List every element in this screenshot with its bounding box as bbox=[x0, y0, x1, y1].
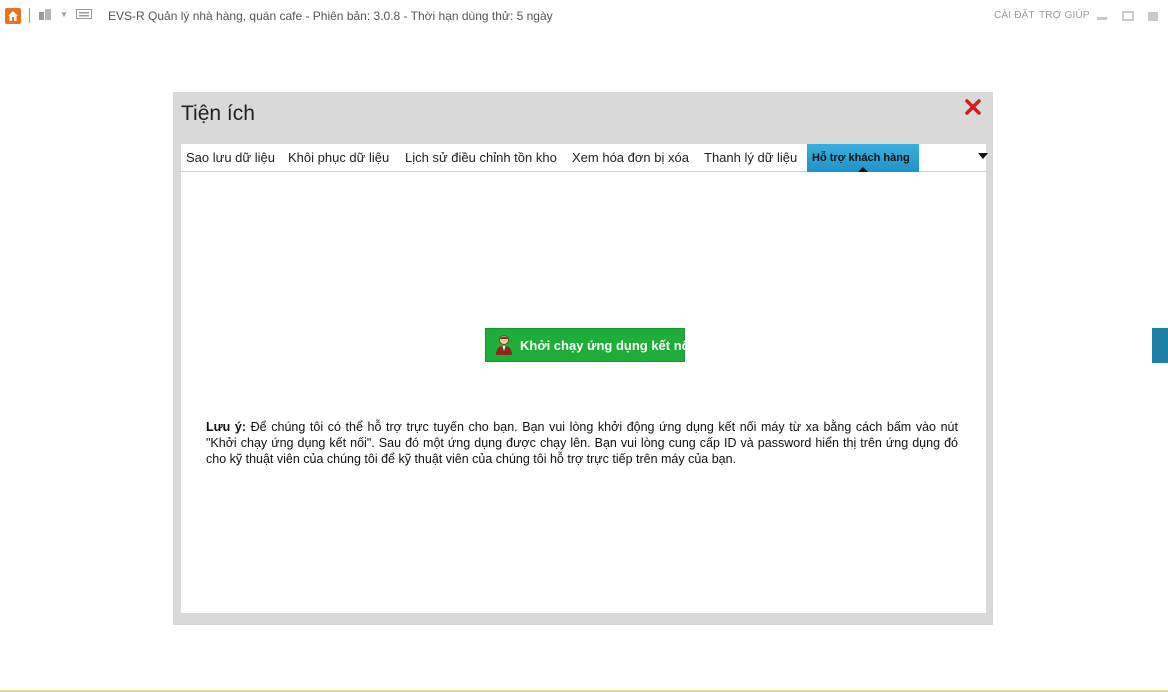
side-panel-handle[interactable] bbox=[1152, 328, 1168, 363]
utilities-dialog: Tiện ích Sao lưu dữ liệu Khôi phục dữ li… bbox=[173, 92, 993, 625]
tab-bar: Sao lưu dữ liệu Khôi phục dữ liệu Lịch s… bbox=[181, 144, 988, 172]
window-title: EVS-R Quản lý nhà hàng, quán cafe - Phiê… bbox=[108, 9, 553, 23]
home-icon[interactable] bbox=[5, 8, 21, 24]
building-icon[interactable] bbox=[38, 8, 52, 22]
close-icon[interactable] bbox=[1146, 9, 1160, 23]
tab-overflow-dropdown-icon[interactable] bbox=[978, 153, 988, 159]
app-window: ▼ EVS-R Quản lý nhà hàng, quán cafe - Ph… bbox=[0, 0, 1168, 692]
help-link[interactable]: TRỢ GIÚP bbox=[1039, 10, 1090, 21]
title-bar: ▼ EVS-R Quản lý nhà hàng, quán cafe - Ph… bbox=[0, 0, 1168, 32]
restore-icon[interactable] bbox=[1121, 9, 1135, 23]
launch-remote-app-button[interactable]: Khởi chạy ứng dụng kết nối bbox=[485, 328, 693, 362]
note-label: Lưu ý: bbox=[206, 420, 247, 434]
tab-restore[interactable]: Khôi phục dữ liệu bbox=[288, 144, 389, 172]
support-agent-icon bbox=[494, 334, 514, 356]
close-icon[interactable] bbox=[964, 98, 982, 116]
tab-deleted-invoices[interactable]: Xem hóa đơn bị xóa bbox=[572, 144, 689, 172]
tab-customer-support[interactable]: Hỗ trợ khách hàng bbox=[807, 144, 919, 172]
tab-inventory-history[interactable]: Lịch sử điều chỉnh tồn kho bbox=[405, 144, 557, 172]
toolbar-divider bbox=[29, 8, 30, 23]
minimize-icon[interactable] bbox=[1095, 9, 1109, 23]
support-note: Lưu ý: Để chúng tôi có thể hỗ trợ trực t… bbox=[206, 419, 958, 467]
support-panel: Khởi chạy ứng dụng kết nối Lưu ý: Để chú… bbox=[181, 172, 986, 613]
settings-link[interactable]: CÀI ĐẶT bbox=[994, 10, 1035, 21]
tab-backup[interactable]: Sao lưu dữ liệu bbox=[186, 144, 275, 172]
note-text: Để chúng tôi có thể hỗ trợ trực tuyến ch… bbox=[206, 420, 958, 466]
keyboard-icon[interactable] bbox=[76, 8, 92, 22]
tab-label: Hỗ trợ khách hàng bbox=[812, 152, 910, 164]
dropdown-icon[interactable]: ▼ bbox=[60, 8, 68, 22]
tab-data-cleanup[interactable]: Thanh lý dữ liệu bbox=[704, 144, 797, 172]
dialog-title: Tiện ích bbox=[181, 102, 255, 125]
launch-button-label: Khởi chạy ứng dụng kết nối bbox=[520, 337, 694, 353]
